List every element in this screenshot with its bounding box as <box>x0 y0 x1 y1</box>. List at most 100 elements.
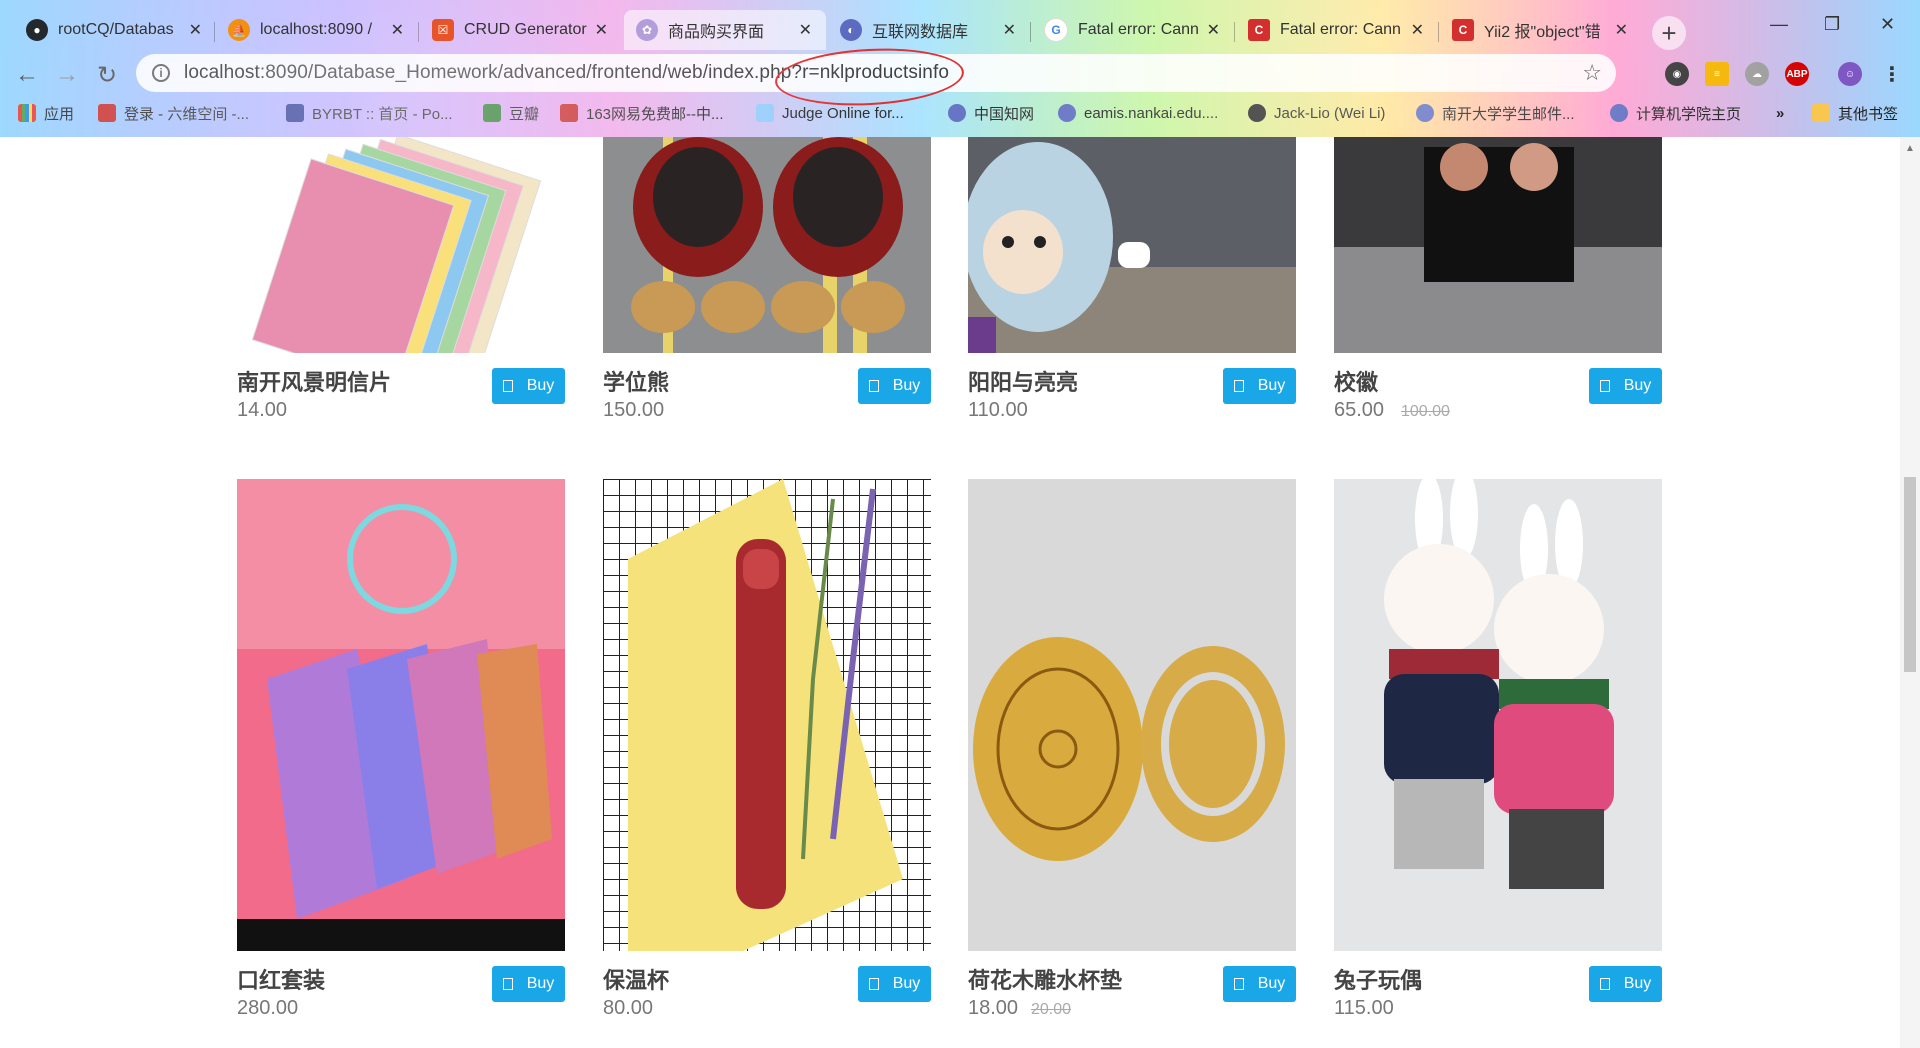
bookmark-cnki[interactable]: 中国知网 <box>948 103 1034 124</box>
buy-button[interactable]: Buy <box>492 368 565 404</box>
product-image-graduation-bears[interactable] <box>603 137 931 353</box>
product-image-postcards[interactable] <box>237 137 565 353</box>
forward-icon[interactable]: → <box>52 60 82 90</box>
bookmark-byrbt[interactable]: BYRBT :: 首页 - Po... <box>286 103 453 124</box>
product-name[interactable]: 阳阳与亮亮 <box>968 365 1078 397</box>
close-icon[interactable]: ✕ <box>1207 20 1220 40</box>
browser-chrome: ● rootCQ/Databas ✕ ⛵ localhost:8090 / ✕ … <box>0 0 1920 137</box>
cart-icon <box>1599 978 1610 990</box>
tab-google-search[interactable]: G Fatal error: Cann ✕ <box>1032 10 1234 50</box>
tab-title: Fatal error: Cann <box>1078 21 1199 38</box>
tab-title: Yii2 报"object"错 <box>1484 24 1601 41</box>
tab-title: 互联网数据库 <box>872 24 969 41</box>
new-tab-button[interactable]: + <box>1652 16 1686 50</box>
product-name[interactable]: 口红套装 <box>237 963 325 995</box>
profile-avatar-icon[interactable]: ☺ <box>1838 62 1862 86</box>
product-image-rabbit-dolls[interactable] <box>1334 479 1662 951</box>
scroll-thumb[interactable] <box>1904 477 1916 672</box>
bookmark-label: 登录 - 六维空间 -... <box>124 105 249 123</box>
bookmarks-overflow-button[interactable]: » <box>1776 105 1784 122</box>
tab-title: 商品购买界面 <box>668 24 765 41</box>
mail-icon <box>560 104 578 122</box>
product-name[interactable]: 南开风景明信片 <box>237 365 391 397</box>
product-name[interactable]: 学位熊 <box>603 365 669 397</box>
buy-button[interactable]: Buy <box>858 368 931 404</box>
tab-phpmyadmin[interactable]: ⛵ localhost:8090 / ✕ <box>216 10 418 50</box>
info-icon[interactable]: i <box>152 64 170 82</box>
product-image-lipstick-set[interactable] <box>237 479 565 951</box>
close-window-icon[interactable]: ✕ <box>1880 14 1895 35</box>
buy-button[interactable]: Buy <box>1589 368 1662 404</box>
tab-crud-generator[interactable]: ☒ CRUD Generator ✕ <box>420 10 622 50</box>
close-icon[interactable]: ✕ <box>1003 20 1016 40</box>
github-icon: ● <box>26 19 48 41</box>
close-icon[interactable]: ✕ <box>595 20 608 40</box>
bookmark-judge-online[interactable]: Judge Online for... <box>756 104 904 122</box>
bookmark-label: 其他书签 <box>1838 105 1899 123</box>
adblock-icon[interactable]: ABP <box>1785 62 1809 86</box>
csdn-icon: C <box>1248 19 1270 41</box>
close-icon[interactable]: ✕ <box>391 20 404 40</box>
bookmark-star-icon[interactable]: ☆ <box>1582 60 1602 86</box>
page-scrollbar[interactable]: ▲ <box>1900 137 1920 1048</box>
close-icon[interactable]: ✕ <box>189 20 202 40</box>
restore-icon[interactable]: ❐ <box>1824 14 1840 35</box>
minimize-icon[interactable]: — <box>1770 14 1788 35</box>
product-name[interactable]: 荷花木雕水杯垫 <box>968 963 1122 995</box>
buy-button[interactable]: Buy <box>858 966 931 1002</box>
tab-product-purchase[interactable]: ✿ 商品购买界面 ✕ <box>624 10 826 50</box>
product-image-wood-coasters[interactable] <box>968 479 1296 951</box>
close-icon[interactable]: ✕ <box>1411 20 1424 40</box>
bookmark-label: BYRBT :: 首页 - Po... <box>312 105 453 123</box>
bookmark-sixdim[interactable]: 登录 - 六维空间 -... <box>98 103 249 124</box>
bookmark-eamis[interactable]: eamis.nankai.edu.... <box>1058 104 1218 122</box>
product-name[interactable]: 保温杯 <box>603 963 669 995</box>
close-icon[interactable]: ✕ <box>799 20 812 40</box>
bookmark-apps[interactable]: 应用 <box>18 103 74 124</box>
menu-icon[interactable]: ⋮ <box>1880 62 1904 86</box>
reload-icon[interactable]: ↻ <box>92 60 122 90</box>
scroll-up-icon[interactable]: ▲ <box>1905 143 1915 154</box>
bookmark-douban[interactable]: 豆瓣 <box>483 103 539 124</box>
cloud-extension-icon[interactable]: ☁ <box>1745 62 1769 86</box>
product-price: 150.00 <box>603 399 665 421</box>
notes-extension-icon[interactable]: ≡ <box>1705 62 1729 86</box>
globe-icon <box>1416 104 1434 122</box>
buy-button[interactable]: Buy <box>492 966 565 1002</box>
extension-icon[interactable]: ◉ <box>1665 62 1689 86</box>
buy-button[interactable]: Buy <box>1223 966 1296 1002</box>
product-image-mascot-figure[interactable] <box>968 137 1296 353</box>
folder-icon <box>1812 104 1830 122</box>
product-price: 65.00 <box>1334 399 1385 421</box>
cart-icon <box>868 380 879 392</box>
bookmark-label: 中国知网 <box>974 105 1035 123</box>
tab-csdn-1[interactable]: C Fatal error: Cann ✕ <box>1236 10 1438 50</box>
bookmark-other[interactable]: 其他书签 <box>1812 103 1898 124</box>
apps-grid-icon <box>18 104 36 122</box>
bookmark-163mail[interactable]: 163网易免费邮--中... <box>560 103 724 124</box>
product-price: 14.00 <box>237 399 288 421</box>
cart-icon <box>1599 380 1610 392</box>
bookmark-label: eamis.nankai.edu.... <box>1084 104 1219 122</box>
tab-internet-database[interactable]: ◐ 互联网数据库 ✕ <box>828 10 1030 50</box>
product-image-thermos-cup[interactable] <box>603 479 931 951</box>
tab-csdn-2[interactable]: C Yii2 报"object"错 ✕ <box>1440 10 1642 50</box>
globe-icon <box>1058 104 1076 122</box>
globe-icon <box>948 104 966 122</box>
tab-github[interactable]: ● rootCQ/Databas ✕ <box>14 10 216 50</box>
bookmark-label: 南开大学学生邮件... <box>1442 105 1575 123</box>
product-name[interactable]: 校徽 <box>1334 365 1378 397</box>
product-name[interactable]: 兔子玩偶 <box>1334 963 1422 995</box>
back-icon[interactable]: ← <box>12 60 42 90</box>
cart-icon <box>868 978 879 990</box>
cart-icon <box>502 978 513 990</box>
bookmark-github-profile[interactable]: Jack-Lio (Wei Li) <box>1248 104 1385 122</box>
bookmark-nankai-mail[interactable]: 南开大学学生邮件... <box>1416 103 1575 124</box>
close-icon[interactable]: ✕ <box>1615 20 1628 40</box>
buy-button[interactable]: Buy <box>1223 368 1296 404</box>
buy-button[interactable]: Buy <box>1589 966 1662 1002</box>
bookmark-cs-homepage[interactable]: 计算机学院主页 <box>1610 103 1741 124</box>
product-image-school-badges[interactable] <box>1334 137 1662 353</box>
csdn-icon: C <box>1452 19 1474 41</box>
cart-icon <box>1233 380 1244 392</box>
